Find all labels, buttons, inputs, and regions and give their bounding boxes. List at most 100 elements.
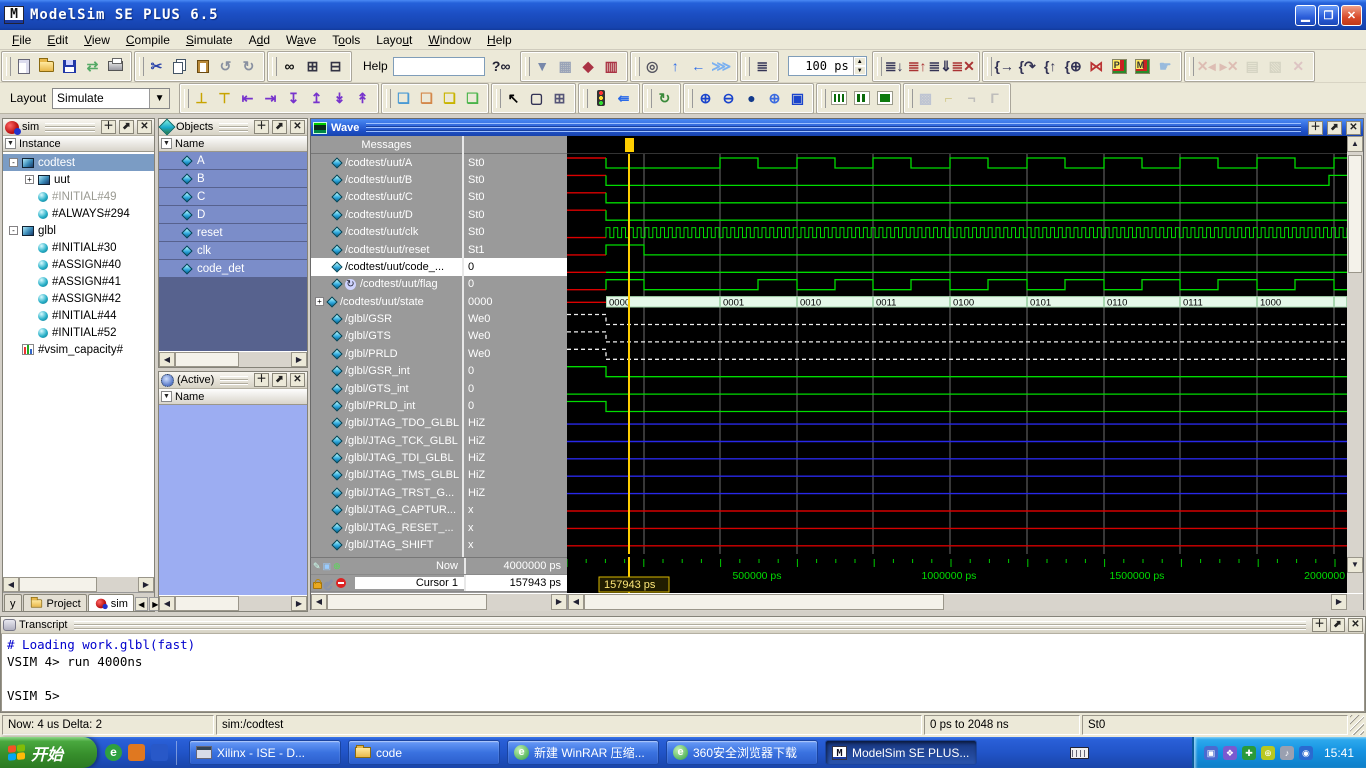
wave-row-glbl-jtag-captur[interactable]: /glbl/JTAG_CAPTUR... xyxy=(311,502,462,519)
waveform-canvas[interactable]: 000000010010001101000101011001111000 xyxy=(567,154,1347,557)
tree-item-initial-44[interactable]: #INITIAL#44 xyxy=(3,307,154,324)
next-rising-button[interactable]: ↟ xyxy=(351,87,374,110)
redo-button[interactable]: ↻ xyxy=(237,55,260,78)
wave-timeline-ruler[interactable]: ps500000 ps1000000 ps1500000 ps2000000 p… xyxy=(567,557,1347,593)
input-method-icon[interactable] xyxy=(1070,747,1089,759)
wave-row-glbl-prld[interactable]: /glbl/PRLD xyxy=(311,345,462,362)
profile-button[interactable]: P xyxy=(1108,55,1131,78)
show-full-names-button[interactable] xyxy=(873,87,896,110)
tree-item-assign-42[interactable]: #ASSIGN#42 xyxy=(3,290,154,307)
tree-item-uut[interactable]: +uut xyxy=(3,171,154,188)
expand-button[interactable]: ⊞ xyxy=(301,55,324,78)
objects-dock-button[interactable]: ＋ xyxy=(254,120,269,134)
sim-close-button[interactable]: ✕ xyxy=(137,120,152,134)
zoom-others-button[interactable]: ▣ xyxy=(786,87,809,110)
wave-vscrollbar[interactable] xyxy=(1347,154,1363,557)
objects-item-c[interactable]: C xyxy=(159,188,307,205)
sim-dock-button[interactable]: ＋ xyxy=(101,120,116,134)
wave-window-icon[interactable]: ▣ xyxy=(323,561,332,571)
wave-row-codtest-uut-a[interactable]: /codtest/uut/A xyxy=(311,154,462,171)
wave-row-codtest-uut-c[interactable]: /codtest/uut/C xyxy=(311,189,462,206)
wave-row-glbl-jtag-trst-g[interactable]: /glbl/JTAG_TRST_G... xyxy=(311,484,462,501)
transcript-handle[interactable] xyxy=(74,621,1307,630)
maximize-button[interactable]: ❐ xyxy=(1318,5,1339,26)
save-button[interactable] xyxy=(58,55,81,78)
wave-row-glbl-gsr[interactable]: /glbl/GSR xyxy=(311,310,462,327)
transcript-dock-button[interactable]: ＋ xyxy=(1312,618,1327,632)
step-into-button[interactable]: {→ xyxy=(993,55,1016,78)
tab-sim[interactable]: sim xyxy=(88,594,134,611)
instance-filter-icon[interactable]: ▼ xyxy=(5,138,16,149)
cancel-all-button[interactable]: ✕ xyxy=(1287,55,1310,78)
follow-active-button[interactable]: ⇚ xyxy=(612,87,635,110)
names-scroll-right-icon[interactable]: ▶ xyxy=(551,594,567,610)
cursor-lock-icon[interactable] xyxy=(313,582,322,589)
doc-scan-button[interactable]: ▧ xyxy=(1264,55,1287,78)
remove-selected-button[interactable]: ❏ xyxy=(415,87,438,110)
tree-item-initial-49[interactable]: #INITIAL#49 xyxy=(3,188,154,205)
step-current-button[interactable]: {⊕ xyxy=(1062,55,1085,78)
wave-row-codtest-uut-flag[interactable]: ↻/codtest/uut/flag xyxy=(311,276,462,293)
objects-scroll-right-icon[interactable]: ▶ xyxy=(291,352,307,367)
wave-row-codtest-uut-state[interactable]: +/codtest/uut/state xyxy=(311,293,462,310)
bus-expander-icon[interactable]: + xyxy=(315,297,324,306)
select-mode-button[interactable]: ↖ xyxy=(502,87,525,110)
tab-y[interactable]: y xyxy=(4,594,22,611)
tab-project[interactable]: Project xyxy=(23,594,87,611)
wave-handle[interactable] xyxy=(366,123,1301,132)
show-group-names-button[interactable] xyxy=(850,87,873,110)
wave-row-glbl-gsr-int[interactable]: /glbl/GSR_int xyxy=(311,363,462,380)
wave-scroll-right-icon[interactable]: ▶ xyxy=(1331,594,1347,610)
cursor-properties-icon[interactable] xyxy=(324,578,333,587)
active-filter-icon[interactable]: ▼ xyxy=(161,391,172,402)
edit-selected-button[interactable]: ❏ xyxy=(438,87,461,110)
tabs-scroll-left-icon[interactable]: ◀ xyxy=(135,597,148,611)
wave-row-codtest-uut-code[interactable]: /codtest/uut/code_... xyxy=(311,258,462,275)
new-file-button[interactable] xyxy=(12,55,35,78)
objects-item-reset[interactable]: reset xyxy=(159,224,307,241)
wave-dock-button[interactable]: ＋ xyxy=(1308,121,1323,135)
compile-selected-button[interactable]: ◆ xyxy=(577,55,600,78)
tree-item-glbl[interactable]: -glbl xyxy=(3,222,154,239)
paste-button[interactable] xyxy=(191,55,214,78)
menu-help[interactable]: Help xyxy=(479,31,520,49)
tray-volume-icon[interactable]: ♪ xyxy=(1280,746,1294,760)
undo-button[interactable]: ↺ xyxy=(214,55,237,78)
menu-tools[interactable]: Tools xyxy=(324,31,368,49)
menu-window[interactable]: Window xyxy=(420,31,479,49)
menu-layout[interactable]: Layout xyxy=(368,31,420,49)
doc-check-button[interactable]: ▤ xyxy=(1241,55,1264,78)
refresh-display-button[interactable]: ↻ xyxy=(653,87,676,110)
wave-row-codtest-uut-d[interactable]: /codtest/uut/D xyxy=(311,206,462,223)
transcript-close-button[interactable]: ✕ xyxy=(1348,618,1363,632)
zoom-full-button[interactable]: ● xyxy=(740,87,763,110)
tree-item-initial-52[interactable]: #INITIAL#52 xyxy=(3,324,154,341)
help-search-button[interactable]: ?∞ xyxy=(490,55,513,78)
wave-names-hscrollbar[interactable]: ◀ ▶ xyxy=(311,594,567,610)
tray-shield-green-icon[interactable]: ✚ xyxy=(1242,746,1256,760)
edge-search-down-button[interactable]: ¬ xyxy=(960,87,983,110)
objects-filter-icon[interactable]: ▼ xyxy=(161,138,172,149)
active-close-button[interactable]: ✕ xyxy=(290,373,305,387)
cancel-left-button[interactable]: ✕◂ xyxy=(1195,55,1218,78)
wave-scroll-down-icon[interactable]: ▼ xyxy=(1347,557,1363,573)
wave-scroll-left-icon[interactable]: ◀ xyxy=(568,594,584,610)
prev-transition-button[interactable]: ⇤ xyxy=(236,87,259,110)
sim-hscrollbar[interactable]: ◀ ▶ xyxy=(3,576,154,592)
next-falling-button[interactable]: ↥ xyxy=(305,87,328,110)
stop-drawing-button[interactable] xyxy=(589,87,612,110)
zoom-in-button[interactable]: ⊕ xyxy=(694,87,717,110)
prev-rising-button[interactable]: ↡ xyxy=(328,87,351,110)
tree-item-assign-41[interactable]: #ASSIGN#41 xyxy=(3,273,154,290)
quicklaunch-desktop-icon[interactable] xyxy=(128,744,145,761)
help-input[interactable] xyxy=(393,57,485,76)
reload-button[interactable]: ⇄ xyxy=(81,55,104,78)
add-cursor-button[interactable]: ⊥ xyxy=(190,87,213,110)
compile-report-button[interactable]: ▥ xyxy=(600,55,623,78)
next-transition-button[interactable]: ⇥ xyxy=(259,87,282,110)
wave-row-glbl-jtag-tdi-glbl[interactable]: /glbl/JTAG_TDI_GLBL xyxy=(311,449,462,466)
tree-item-vsim-capacity[interactable]: #vsim_capacity# xyxy=(3,341,154,358)
tree-expander-icon[interactable]: - xyxy=(9,226,18,235)
pattern-search-button[interactable]: ▩ xyxy=(914,87,937,110)
tray-network-icon[interactable]: ▣ xyxy=(1204,746,1218,760)
